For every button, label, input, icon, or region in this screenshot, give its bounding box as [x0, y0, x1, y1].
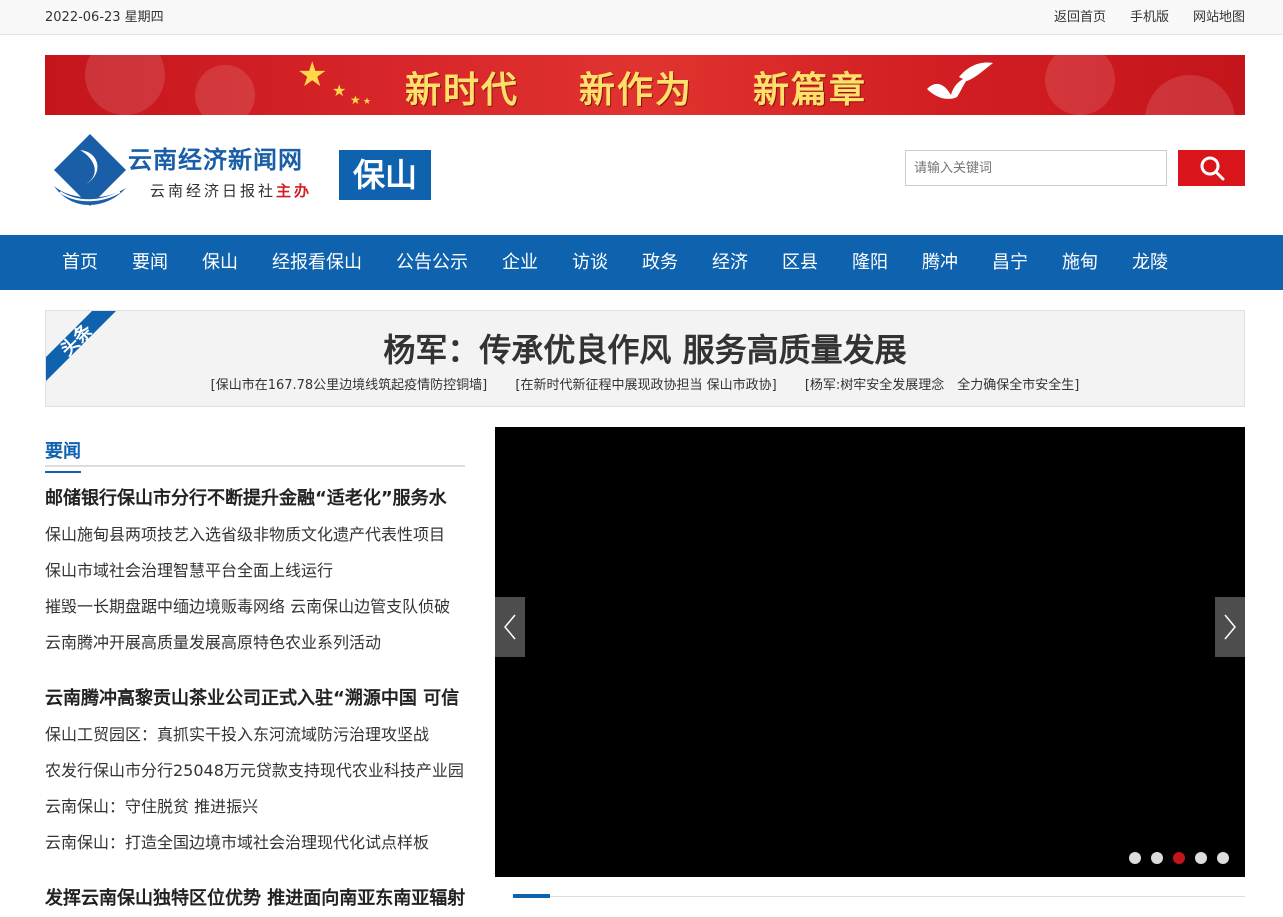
- nav-item-counties[interactable]: 区县: [765, 235, 835, 290]
- sitemap-link[interactable]: 网站地图: [1193, 6, 1245, 25]
- mobile-version-link[interactable]: 手机版: [1130, 6, 1169, 25]
- slider-dot[interactable]: [1151, 852, 1163, 864]
- banner-slogan: 新时代 新作为 新篇章: [405, 61, 867, 113]
- city-label: 保山: [339, 150, 431, 200]
- logo-emblem-icon: [54, 134, 126, 206]
- slider-next-button[interactable]: [1215, 597, 1245, 657]
- news-item[interactable]: 摧毁一长期盘踞中缅边境贩毒网络 云南保山边管支队侦破: [45, 589, 465, 625]
- banner-bokeh: [1045, 55, 1115, 115]
- site-logo[interactable]: 云南经济新闻网 云南经济日报社主办: [50, 130, 340, 212]
- news-item[interactable]: 云南腾冲开展高质量发展高原特色农业系列活动: [45, 625, 465, 661]
- logo-subtitle-suffix: 主办: [276, 182, 313, 200]
- news-lead[interactable]: 云南腾冲高黎贡山茶业公司正式入驻“溯源中国 可信: [45, 681, 465, 717]
- section-divider: [550, 896, 1245, 897]
- top-bar: 2022-06-23 星期四 返回首页 手机版 网站地图: [0, 0, 1283, 35]
- logo-subtitle: 云南经济日报社主办: [150, 180, 312, 201]
- slider-dot[interactable]: [1173, 852, 1185, 864]
- nav-item-economy[interactable]: 经济: [695, 235, 765, 290]
- dove-icon: [927, 62, 993, 99]
- section-tab-indicator: [513, 894, 550, 898]
- news-lead[interactable]: 发挥云南保山独特区位优势 推进面向南亚东南亚辐射: [45, 881, 465, 917]
- banner-bokeh: [85, 55, 165, 115]
- banner-word: 新时代: [405, 69, 520, 111]
- news-section-title[interactable]: 要闻: [45, 437, 81, 473]
- headline-sublink[interactable]: [保山市在167.78公里边境线筑起疫情防控铜墙]: [199, 378, 500, 393]
- logo-subtitle-prefix: 云南经济日报社: [150, 182, 277, 200]
- headline-sublink[interactable]: [在新时代新征程中展现政协担当 保山市政协]: [503, 378, 788, 393]
- star-icon: ★: [350, 93, 361, 107]
- banner[interactable]: ★ ★ ★ ★ 新时代 新作为 新篇章: [45, 55, 1245, 115]
- nav-item-enterprise[interactable]: 企业: [485, 235, 555, 290]
- slider-dots: [1129, 852, 1229, 864]
- slider-prev-button[interactable]: [495, 597, 525, 657]
- headline-sublinks: [保山市在167.78公里边境线筑起疫情防控铜墙] [在新时代新征程中展现政协担…: [46, 374, 1244, 393]
- headline-sublink[interactable]: [杨军:树牢安全发展理念 全力确保全市安全生]: [793, 378, 1092, 393]
- news-item[interactable]: 保山工贸园区：真抓实干投入东河流域防污治理攻坚战: [45, 717, 465, 753]
- news-lead[interactable]: 邮储银行保山市分行不断提升金融“适老化”服务水: [45, 481, 465, 517]
- nav-item-longling[interactable]: 龙陵: [1115, 235, 1185, 290]
- slider-dot[interactable]: [1195, 852, 1207, 864]
- search-input[interactable]: [905, 150, 1167, 186]
- banner-bokeh: [195, 65, 255, 115]
- star-icon: ★: [332, 81, 347, 100]
- nav-item-jingbao[interactable]: 经报看保山: [255, 235, 379, 290]
- headline-title[interactable]: 杨军：传承优良作风 服务高质量发展: [46, 325, 1244, 371]
- home-link[interactable]: 返回首页: [1054, 6, 1106, 25]
- nav-item-government[interactable]: 政务: [625, 235, 695, 290]
- news-group: 邮储银行保山市分行不断提升金融“适老化”服务水 保山施甸县两项技艺入选省级非物质…: [45, 481, 465, 661]
- chevron-right-icon: [1224, 614, 1236, 640]
- nav-item-notices[interactable]: 公告公示: [379, 235, 485, 290]
- banner-word: 新篇章: [753, 69, 868, 111]
- news-item[interactable]: 保山市域社会治理智慧平台全面上线运行: [45, 553, 465, 589]
- search-button[interactable]: [1178, 150, 1245, 186]
- nav-item-shidian[interactable]: 施甸: [1045, 235, 1115, 290]
- main-nav: 首页 要闻 保山 经报看保山 公告公示 企业 访谈 政务 经济 区县 隆阳 腾冲…: [0, 235, 1283, 290]
- image-slider[interactable]: [495, 427, 1245, 877]
- star-icon: ★: [363, 97, 372, 107]
- current-date: 2022-06-23 星期四: [45, 10, 164, 25]
- nav-item-home[interactable]: 首页: [45, 235, 115, 290]
- nav-item-longyang[interactable]: 隆阳: [835, 235, 905, 290]
- news-group: 云南腾冲高黎贡山茶业公司正式入驻“溯源中国 可信 保山工贸园区：真抓实干投入东河…: [45, 681, 465, 861]
- logo-title: 云南经济新闻网: [128, 145, 303, 174]
- nav-item-tengchong[interactable]: 腾冲: [905, 235, 975, 290]
- news-column: 要闻 邮储银行保山市分行不断提升金融“适老化”服务水 保山施甸县两项技艺入选省级…: [45, 427, 465, 917]
- nav-item-interview[interactable]: 访谈: [555, 235, 625, 290]
- news-group: 发挥云南保山独特区位优势 推进面向南亚东南亚辐射: [45, 881, 465, 917]
- news-item[interactable]: 云南保山：守住脱贫 推进振兴: [45, 789, 465, 825]
- banner-word: 新作为: [579, 69, 694, 111]
- star-icon: ★: [297, 55, 328, 95]
- news-item[interactable]: 保山施甸县两项技艺入选省级非物质文化遗产代表性项目: [45, 517, 465, 553]
- news-section-header: 要闻: [45, 427, 465, 473]
- nav-item-changning[interactable]: 昌宁: [975, 235, 1045, 290]
- nav-item-news[interactable]: 要闻: [115, 235, 185, 290]
- chevron-left-icon: [504, 614, 516, 640]
- headline-box: 头条 杨军：传承优良作风 服务高质量发展 [保山市在167.78公里边境线筑起疫…: [45, 310, 1245, 407]
- top-links: 返回首页 手机版 网站地图: [1054, 6, 1245, 25]
- news-item[interactable]: 农发行保山市分行25048万元贷款支持现代农业科技产业园: [45, 753, 465, 789]
- search-icon: [1200, 156, 1224, 181]
- nav-item-baoshan[interactable]: 保山: [185, 235, 255, 290]
- slider-dot[interactable]: [1129, 852, 1141, 864]
- slider-dot[interactable]: [1217, 852, 1229, 864]
- news-item[interactable]: 云南保山：打造全国边境市域社会治理现代化试点样板: [45, 825, 465, 861]
- banner-bokeh: [1145, 75, 1235, 115]
